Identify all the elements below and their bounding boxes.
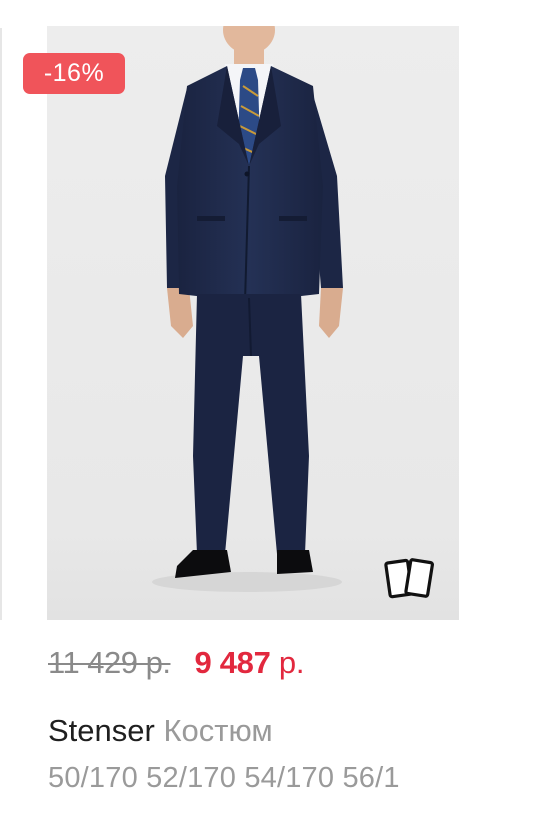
new-price-amount: 9 487	[194, 645, 271, 680]
available-sizes: 50/170 52/170 54/170 56/1	[48, 762, 400, 794]
discount-badge: -16%	[23, 53, 125, 94]
photo-gallery-icon[interactable]	[381, 553, 439, 605]
product-title[interactable]: Stenser Костюм	[48, 709, 273, 753]
price-row: 11 429 р. 9 487 р.	[48, 640, 304, 686]
product-photo[interactable]	[47, 26, 459, 620]
product-page: -16% 11 429 р. 9 487 р. Stenser Костюм 50…	[0, 0, 560, 823]
new-price: 9 487 р.	[194, 640, 304, 686]
suit-model-image	[47, 26, 459, 620]
brand-name: Stenser	[48, 713, 155, 748]
product-card[interactable]: -16% 11 429 р. 9 487 р. Stenser Костюм 50…	[0, 0, 560, 823]
product-type: Костюм	[163, 713, 273, 748]
old-price: 11 429 р.	[48, 645, 171, 680]
new-price-currency: р.	[278, 645, 305, 680]
